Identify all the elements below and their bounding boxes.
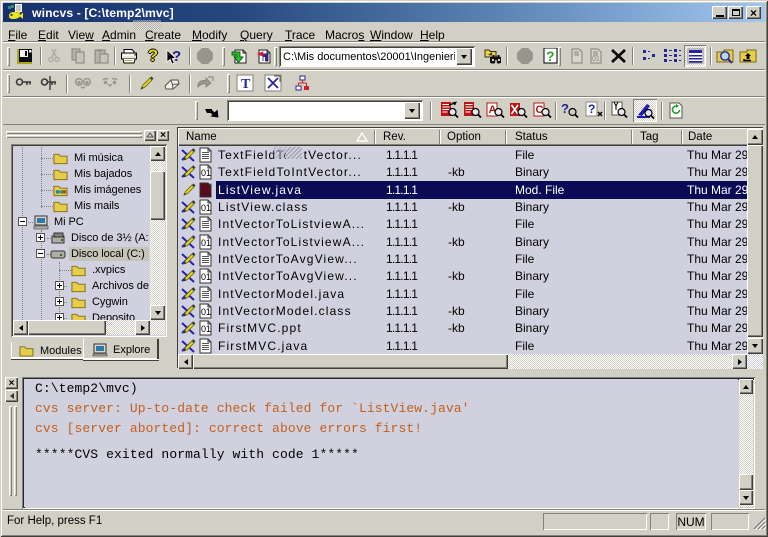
svg-text:01: 01: [201, 307, 211, 317]
svg-text:T: T: [241, 77, 251, 92]
svg-text:01: 01: [201, 168, 211, 178]
svg-text:01: 01: [201, 324, 211, 334]
svg-text:01: 01: [201, 238, 211, 248]
svg-text:01: 01: [592, 56, 600, 63]
svg-text:01: 01: [201, 203, 211, 213]
svg-text:?: ?: [561, 101, 569, 116]
svg-text:?: ?: [588, 102, 595, 116]
svg-text:?: ?: [546, 48, 555, 64]
svg-text:01: 01: [201, 272, 211, 282]
